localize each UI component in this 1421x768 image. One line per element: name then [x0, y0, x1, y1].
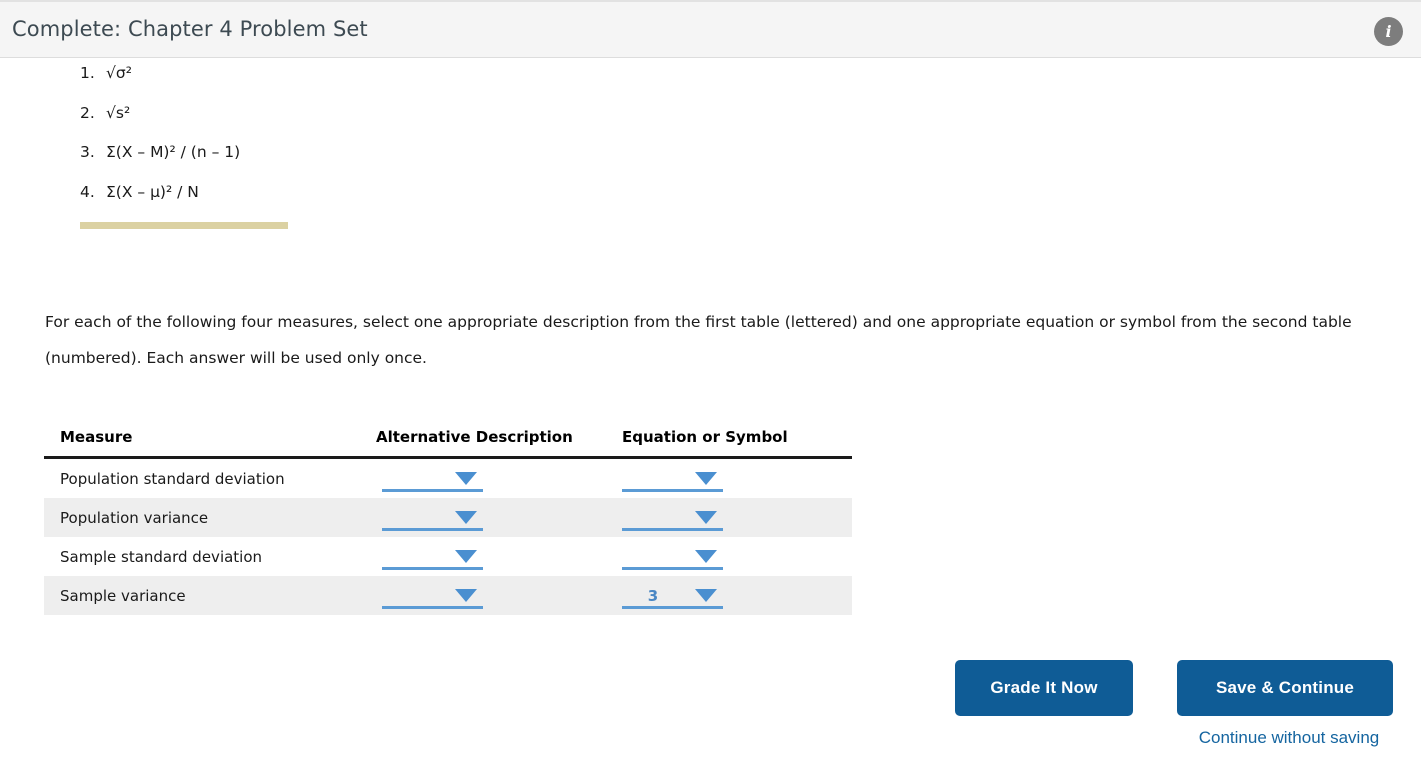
dropdown-wrap	[622, 547, 723, 570]
dropdown-wrap: 3	[622, 586, 723, 609]
description-cell	[376, 537, 622, 576]
info-icon[interactable]: i	[1374, 17, 1403, 46]
description-dropdown[interactable]	[382, 543, 483, 570]
dropdown-wrap	[376, 508, 483, 531]
dropdown-wrap	[622, 469, 723, 492]
table-row: Population standard deviation	[44, 458, 852, 499]
list-item: 2. √s²	[80, 103, 240, 146]
equation-dropdown[interactable]: 3	[622, 582, 723, 609]
column-header-measure: Measure	[44, 428, 376, 459]
list-item: 1. √σ²	[80, 64, 240, 106]
measure-label: Sample standard deviation	[60, 547, 263, 566]
description-dropdown[interactable]	[382, 582, 483, 609]
dropdown-wrap	[622, 508, 723, 531]
list-item-number: 3.	[80, 143, 95, 161]
list-item-text: √σ²	[106, 64, 132, 82]
page-header: Complete: Chapter 4 Problem Set i	[0, 0, 1421, 58]
list-item: 3. Σ(X – M)² / (n – 1)	[80, 143, 241, 185]
table-row: Sample variance 3	[44, 576, 852, 615]
chevron-down-icon	[695, 589, 717, 602]
grade-it-now-button[interactable]: Grade It Now	[955, 660, 1133, 716]
chevron-down-icon	[455, 472, 477, 485]
table-header: Measure Alternative Description Equation…	[44, 428, 852, 459]
description-cell	[376, 576, 622, 615]
chevron-down-icon	[455, 589, 477, 602]
save-and-continue-button[interactable]: Save & Continue	[1177, 660, 1393, 716]
page-title: Complete: Chapter 4 Problem Set	[12, 17, 368, 41]
list-item-number: 1.	[80, 64, 95, 82]
chevron-down-icon	[695, 550, 717, 563]
instructions-text: For each of the following four measures,…	[45, 312, 1352, 367]
list-item-number: 2.	[80, 103, 95, 122]
section-divider	[80, 222, 288, 229]
chevron-down-icon	[695, 511, 717, 524]
equation-dropdown[interactable]	[622, 543, 723, 570]
list-item: 4. Σ(X – μ)² / N	[80, 182, 240, 225]
equation-cell: 3	[622, 576, 852, 615]
table-row: Population variance	[44, 498, 852, 537]
equation-dropdown[interactable]	[622, 504, 723, 531]
equation-cell	[622, 458, 852, 499]
description-cell	[376, 498, 622, 537]
description-dropdown[interactable]	[382, 465, 483, 492]
equation-dropdown[interactable]	[622, 465, 723, 492]
column-header-description: Alternative Description	[376, 428, 622, 459]
info-icon-glyph: i	[1385, 22, 1392, 41]
matching-table: Measure Alternative Description Equation…	[44, 428, 852, 615]
column-header-equation: Equation or Symbol	[622, 428, 852, 459]
table-header-row: Measure Alternative Description Equation…	[44, 428, 852, 459]
list-item-text: √s²	[106, 103, 131, 122]
dropdown-wrap	[376, 586, 483, 609]
description-cell	[376, 458, 622, 499]
equation-list: 1. √σ² 2. √s² 3. Σ(X – M)² / (n – 1) 4. Σ(X …	[80, 64, 241, 225]
equation-cell	[622, 498, 852, 537]
list-item-number: 4.	[80, 182, 95, 201]
continue-without-saving-link[interactable]: Continue without saving	[1177, 728, 1401, 748]
chevron-down-icon	[455, 550, 477, 563]
table-row: Sample standard deviation	[44, 537, 852, 576]
chevron-down-icon	[695, 472, 717, 485]
list-item-text: Σ(X – μ)² / N	[106, 182, 199, 201]
equation-cell	[622, 537, 852, 576]
dropdown-wrap	[376, 469, 483, 492]
measure-label: Population standard deviation	[60, 469, 285, 488]
description-dropdown[interactable]	[382, 504, 483, 531]
dropdown-value: 3	[647, 587, 659, 605]
dropdown-wrap	[376, 547, 483, 570]
chevron-down-icon	[455, 511, 477, 524]
list-item-text: Σ(X – M)² / (n – 1)	[106, 143, 241, 161]
measure-label: Sample variance	[44, 576, 376, 615]
table-body: Population standard deviation Population…	[44, 458, 852, 615]
measure-label: Population variance	[44, 498, 376, 537]
